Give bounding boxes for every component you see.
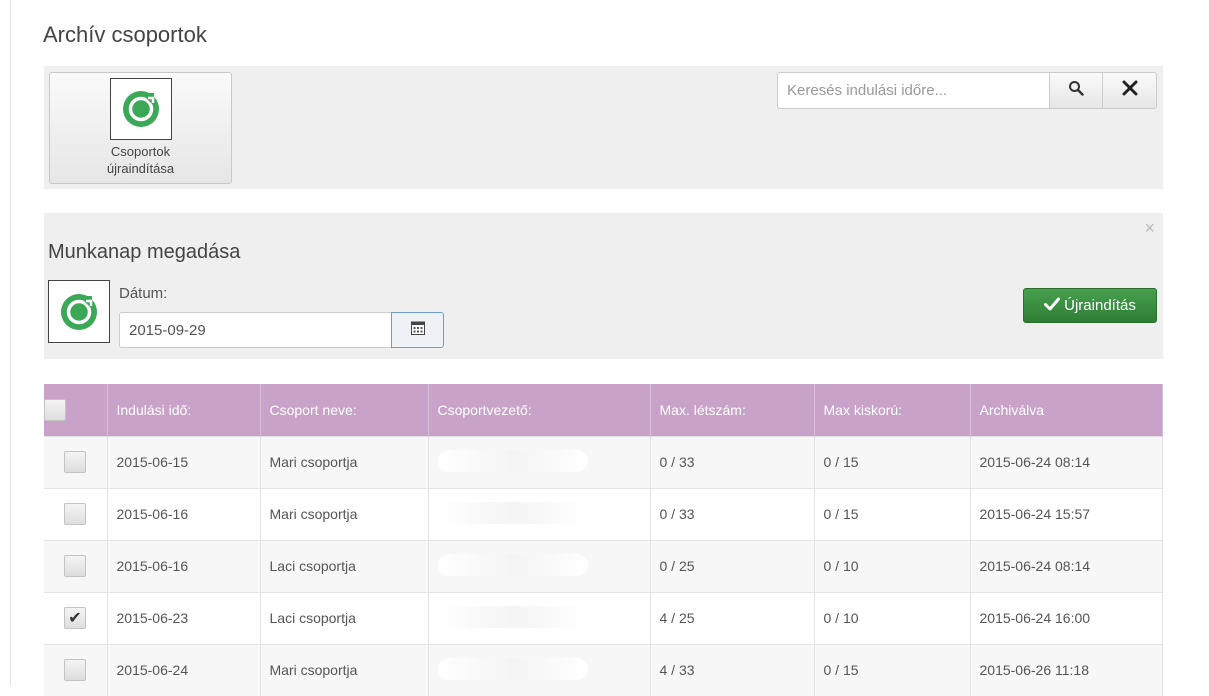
table-row[interactable]: 2015-06-16 Laci csoportja 0 / 25 0 / 10 …	[44, 539, 1163, 592]
row-checkbox[interactable]	[64, 503, 87, 525]
redacted-leader	[437, 657, 588, 680]
cell-start: 2015-06-16	[107, 539, 261, 592]
date-input[interactable]	[119, 312, 392, 348]
page-title: Archív csoportok	[43, 22, 207, 47]
row-select-cell	[44, 435, 108, 488]
cell-leader	[428, 643, 651, 696]
row-checkbox[interactable]	[64, 451, 87, 473]
cell-max-people: 0 / 33	[650, 435, 815, 488]
cell-max-people: 0 / 33	[650, 487, 815, 540]
panel-close-icon[interactable]: ×	[1144, 219, 1155, 237]
col-header-leader[interactable]: Csoportvezető:	[428, 384, 651, 436]
cell-leader	[428, 539, 651, 592]
row-checkbox[interactable]	[64, 555, 87, 577]
row-select-cell	[44, 539, 108, 592]
restart-icon	[109, 78, 172, 140]
close-icon	[1122, 80, 1138, 101]
table-row[interactable]: 2015-06-24 Mari csoportja 4 / 33 0 / 15 …	[44, 643, 1163, 696]
cell-max-minors: 0 / 10	[814, 539, 971, 592]
cell-group: Mari csoportja	[260, 435, 429, 488]
table-row[interactable]: 2015-06-16 Mari csoportja 0 / 33 0 / 15 …	[44, 487, 1163, 540]
cell-max-minors: 0 / 10	[814, 591, 971, 644]
redacted-leader	[437, 605, 588, 628]
restart-button-label: Újraindítás	[1064, 297, 1136, 314]
calendar-icon	[410, 321, 425, 340]
calendar-button[interactable]	[391, 312, 444, 348]
cell-leader	[428, 487, 651, 540]
row-select-cell	[44, 643, 108, 696]
redacted-leader	[437, 501, 588, 524]
check-icon	[1044, 297, 1061, 315]
search-icon	[1068, 80, 1084, 101]
restart-groups-button[interactable]: Csoportok újraindítása	[49, 72, 232, 184]
restart-groups-label-line2: újraindítása	[106, 161, 175, 176]
cell-archived: 2015-06-24 16:00	[970, 591, 1163, 644]
cell-max-people: 4 / 25	[650, 591, 815, 644]
col-header-archived[interactable]: Archiválva	[970, 384, 1163, 436]
cell-start: 2015-06-16	[107, 487, 261, 540]
cell-start: 2015-06-24	[107, 643, 261, 696]
table-row[interactable]: 2015-06-23 Laci csoportja 4 / 25 0 / 10 …	[44, 591, 1163, 644]
search-button[interactable]	[1049, 72, 1103, 109]
row-select-cell	[44, 487, 108, 540]
toolbar: Csoportok újraindítása	[44, 66, 1163, 189]
cell-archived: 2015-06-24 08:14	[970, 539, 1163, 592]
cell-max-minors: 0 / 15	[814, 487, 971, 540]
cell-start: 2015-06-23	[107, 591, 261, 644]
left-border	[10, 0, 11, 686]
cell-archived: 2015-06-24 15:57	[970, 487, 1163, 540]
cell-start: 2015-06-15	[107, 435, 261, 488]
search-input[interactable]	[777, 72, 1050, 109]
cell-max-minors: 0 / 15	[814, 435, 971, 488]
redacted-leader	[437, 553, 588, 576]
table-header-row: Indulási idő: Csoport neve: Csoportvezet…	[44, 384, 1163, 436]
panel-title: Munkanap megadása	[48, 241, 241, 263]
cell-max-people: 4 / 33	[650, 643, 815, 696]
cell-max-people: 0 / 25	[650, 539, 815, 592]
select-all-cell	[44, 384, 108, 436]
cell-group: Mari csoportja	[260, 487, 429, 540]
cell-archived: 2015-06-26 11:18	[970, 643, 1163, 696]
cell-group: Mari csoportja	[260, 643, 429, 696]
row-checkbox[interactable]	[64, 607, 87, 629]
select-all-checkbox[interactable]	[44, 398, 66, 421]
restart-button[interactable]: Újraindítás	[1023, 288, 1157, 323]
archive-table: Indulási idő: Csoport neve: Csoportvezet…	[44, 384, 1163, 696]
cell-leader	[428, 435, 651, 488]
date-label: Dátum:	[119, 285, 168, 302]
row-select-cell	[44, 591, 108, 644]
restart-icon	[48, 280, 110, 343]
cell-group: Laci csoportja	[260, 539, 429, 592]
cell-leader	[428, 591, 651, 644]
redacted-leader	[437, 449, 588, 472]
col-header-max-people[interactable]: Max. létszám:	[650, 384, 815, 436]
col-header-group[interactable]: Csoport neve:	[260, 384, 429, 436]
table-row[interactable]: 2015-06-15 Mari csoportja 0 / 33 0 / 15 …	[44, 435, 1163, 488]
col-header-start[interactable]: Indulási idő:	[107, 384, 261, 436]
col-header-max-minors[interactable]: Max kiskorú:	[814, 384, 971, 436]
clear-search-button[interactable]	[1102, 72, 1157, 109]
restart-groups-label-line1: Csoportok	[110, 144, 171, 159]
cell-group: Laci csoportja	[260, 591, 429, 644]
workday-panel: × Munkanap megadása Dátum: 2015-09-29 Új…	[44, 213, 1163, 359]
cell-archived: 2015-06-24 08:14	[970, 435, 1163, 488]
row-checkbox[interactable]	[64, 659, 87, 682]
cell-max-minors: 0 / 15	[814, 643, 971, 696]
